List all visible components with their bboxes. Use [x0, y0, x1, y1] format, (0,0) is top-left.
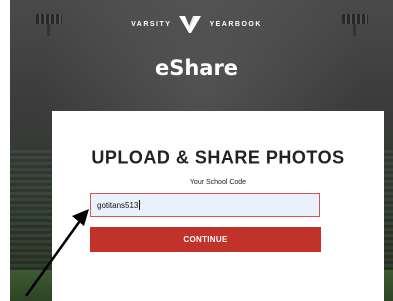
screenshot-frame: VARSITY YEARBOOK eShare UPLOAD & SHARE P… — [0, 0, 393, 301]
app-title: eShare — [154, 56, 239, 80]
brand-logo[interactable]: VARSITY YEARBOOK — [0, 14, 393, 34]
continue-button[interactable]: CONTINUE — [90, 227, 321, 252]
school-code-label: Your School Code — [189, 179, 247, 186]
brand-word-left: VARSITY — [131, 20, 172, 28]
school-code-value: gotitans513 — [97, 200, 139, 210]
text-caret — [139, 200, 141, 210]
school-code-input[interactable]: gotitans513 — [90, 193, 320, 217]
brand-word-right: YEARBOOK — [209, 20, 262, 28]
upload-card: UPLOAD & SHARE PHOTOS Your School Code g… — [52, 111, 384, 301]
card-title: UPLOAD & SHARE PHOTOS — [91, 146, 345, 168]
varsity-v-logo-icon — [179, 16, 202, 33]
